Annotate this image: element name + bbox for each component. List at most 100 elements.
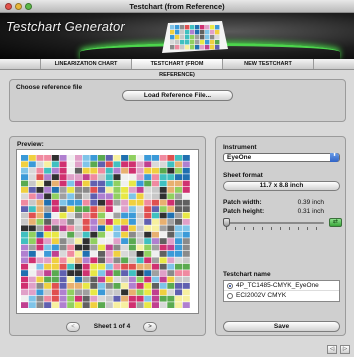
color-patch [159, 238, 167, 244]
patch-size-slider[interactable] [226, 222, 324, 224]
color-patch [113, 244, 121, 251]
testchart-option-eci2002v[interactable]: ECI2002V CMYK [224, 291, 339, 301]
link-patch-size-button[interactable]: ⇄ [329, 218, 342, 227]
color-patch [21, 276, 29, 283]
color-patch [67, 283, 75, 289]
color-patch [74, 225, 82, 232]
color-patch [182, 270, 190, 276]
color-patch [28, 283, 36, 289]
color-patch [82, 244, 90, 251]
color-patch [167, 302, 175, 308]
color-patch [113, 251, 121, 257]
color-patch [51, 174, 59, 180]
color-patch [144, 187, 152, 193]
color-patch [136, 295, 144, 302]
color-patch [182, 155, 190, 161]
sheet-format-button[interactable]: 11.7 x 8.8 inch [223, 181, 340, 191]
color-patch [144, 302, 152, 308]
color-patch [190, 25, 195, 30]
color-patch [144, 295, 152, 302]
color-patch [28, 289, 36, 296]
color-patch [36, 219, 44, 225]
color-patch [98, 270, 106, 276]
color-patch [74, 251, 82, 257]
color-patch [159, 225, 167, 232]
color-patch [51, 302, 59, 308]
tab-testchart-from-reference[interactable]: TESTCHART (FROM REFERENCE) [132, 59, 223, 78]
color-patch [44, 225, 52, 232]
color-patch [44, 161, 52, 168]
color-patch [36, 180, 44, 187]
color-patch [128, 302, 136, 308]
testchart-option-eyeone[interactable]: 4P_TC1485-CMYK_EyeOne [224, 281, 339, 291]
color-patch [44, 238, 52, 244]
color-patch [105, 231, 113, 238]
color-patch [159, 276, 167, 283]
color-patch [175, 251, 183, 257]
color-patch [151, 180, 159, 187]
patch-size-slider-knob[interactable] [223, 218, 230, 227]
tab-linearization-chart[interactable]: LINEARIZATION CHART [40, 59, 132, 69]
color-patch [175, 257, 183, 264]
load-reference-file-button[interactable]: Load Reference File... [122, 90, 233, 101]
color-patch [210, 35, 215, 40]
color-patch [200, 45, 205, 50]
color-patch [159, 270, 167, 276]
color-patch [144, 219, 152, 225]
color-patch [74, 199, 82, 206]
color-patch [28, 212, 36, 219]
previous-sheet-button[interactable]: < [66, 322, 80, 332]
color-patch [175, 30, 180, 35]
patch-height-label: Patch height: [223, 208, 265, 215]
color-patch [90, 219, 98, 225]
color-patch [44, 251, 52, 257]
color-patch [136, 251, 144, 257]
color-patch [175, 206, 183, 212]
color-patch [159, 289, 167, 296]
color-patch [105, 161, 113, 168]
scroll-right-icon[interactable]: ▷ [340, 345, 350, 354]
color-patch [144, 167, 152, 174]
color-patch [151, 238, 159, 244]
color-patch [128, 263, 136, 270]
color-patch [74, 206, 82, 212]
color-patch [51, 193, 59, 200]
color-patch [82, 295, 90, 302]
color-patch [121, 199, 129, 206]
color-patch [74, 276, 82, 283]
color-patch [74, 180, 82, 187]
color-patch [159, 251, 167, 257]
tab-new-testchart[interactable]: NEW TESTCHART [223, 59, 314, 69]
color-patch [128, 155, 136, 161]
scroll-left-icon[interactable]: ◁ [327, 345, 337, 354]
next-sheet-button[interactable]: > [143, 322, 157, 332]
color-patch [98, 167, 106, 174]
zoom-window-button[interactable] [25, 3, 32, 10]
color-patch [113, 212, 121, 219]
save-button[interactable]: Save [223, 321, 340, 332]
color-patch [175, 193, 183, 200]
color-patch [105, 206, 113, 212]
minimize-window-button[interactable] [15, 3, 22, 10]
close-window-button[interactable] [5, 3, 12, 10]
color-patch [51, 263, 59, 270]
color-patch [128, 257, 136, 264]
color-patch [136, 206, 144, 212]
color-patch [167, 155, 175, 161]
color-patch [67, 206, 75, 212]
color-patch [136, 263, 144, 270]
color-patch [136, 276, 144, 283]
color-patch [82, 155, 90, 161]
color-patch [113, 283, 121, 289]
color-patch [195, 35, 200, 40]
color-patch [21, 193, 29, 200]
instrument-select[interactable]: EyeOne ⬍ [223, 152, 340, 162]
patch-height-value: 0.31 inch [297, 208, 324, 215]
color-patch [159, 187, 167, 193]
color-patch [175, 199, 183, 206]
color-patch [167, 263, 175, 270]
color-patch [59, 212, 67, 219]
color-patch [182, 302, 190, 308]
color-patch [151, 302, 159, 308]
color-patch [21, 161, 29, 168]
